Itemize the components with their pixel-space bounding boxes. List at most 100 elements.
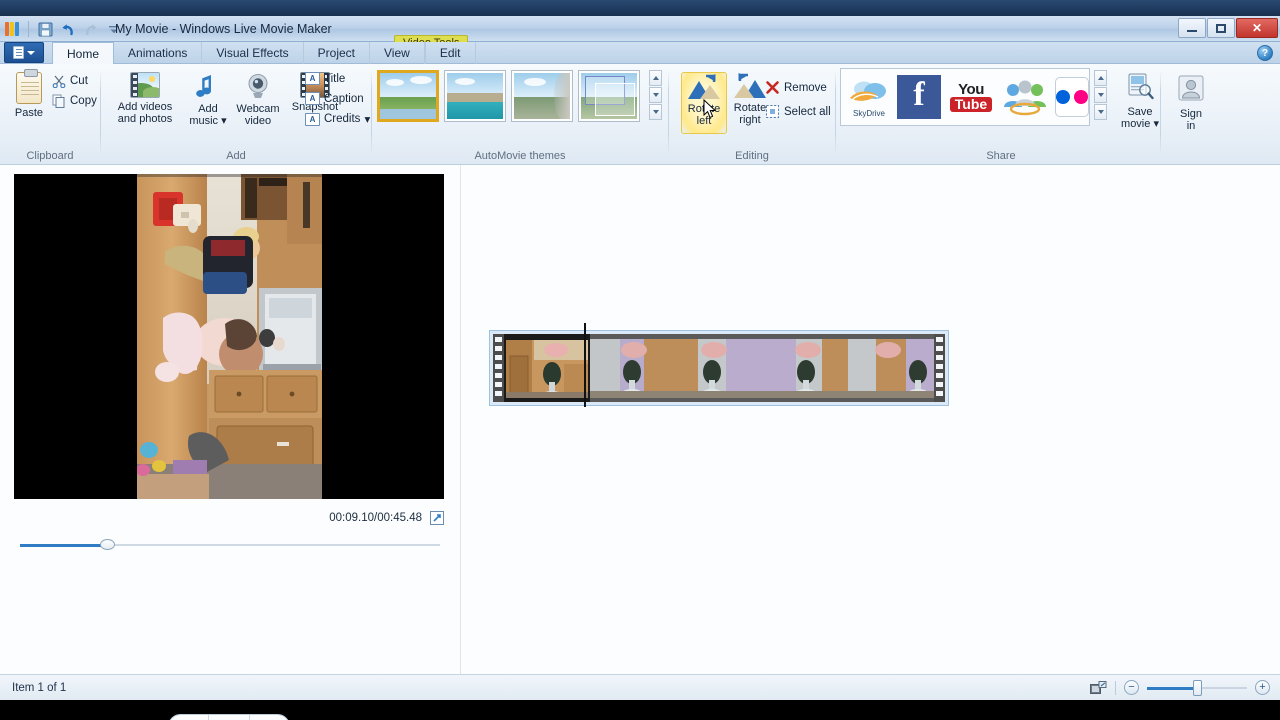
zoom-controls: − + [1090, 679, 1270, 696]
maximize-button[interactable] [1207, 18, 1235, 38]
theme-fade[interactable] [578, 70, 640, 122]
select-all-button[interactable]: Select all [765, 104, 831, 119]
paste-icon [16, 69, 42, 104]
share-skydrive-button[interactable]: SkyDrive [847, 76, 891, 118]
redo-icon[interactable] [80, 19, 102, 39]
minimize-button[interactable] [1178, 18, 1206, 38]
tab-project[interactable]: Project [304, 42, 371, 64]
tab-edit[interactable]: Edit [424, 42, 476, 64]
filmstrip-frame [590, 334, 676, 402]
filmstrip-frames [504, 334, 934, 402]
theme-cinematic[interactable] [511, 70, 573, 122]
file-menu-icon [13, 46, 24, 59]
flickr-dot-pink [1074, 90, 1088, 104]
rotate-left-label-line2: left [696, 115, 712, 127]
filmstrip-frame [504, 334, 590, 402]
preview-time-row: 00:09.10/00:45.48 [14, 507, 444, 529]
theme-no-theme[interactable] [377, 70, 439, 122]
copy-button[interactable]: Copy [52, 94, 97, 108]
share-scroll-down-button[interactable] [1094, 87, 1107, 103]
share-groups-button[interactable] [1001, 77, 1049, 117]
tab-visual-effects[interactable]: Visual Effects [202, 42, 304, 64]
group-label-clipboard: Clipboard [26, 150, 74, 162]
add-videos-and-photos-icon [130, 72, 160, 98]
status-bar: Item 1 of 1 − + [0, 674, 1280, 700]
dropdown-caret-icon: ▾ [221, 115, 227, 127]
save-movie-button[interactable]: Save movie ▾ [1116, 72, 1164, 130]
sign-in-button[interactable]: Sign in [1169, 74, 1213, 132]
group-label-automovie-themes: AutoMovie themes [474, 150, 566, 162]
undo-icon[interactable] [57, 19, 79, 39]
tab-animations[interactable]: Animations [114, 42, 203, 64]
sign-in-label-line1: Sign [1179, 108, 1203, 120]
close-button[interactable]: ✕ [1236, 18, 1278, 38]
tab-home[interactable]: Home [52, 42, 115, 64]
save-icon[interactable] [34, 19, 56, 39]
themes-more-button[interactable] [649, 104, 662, 120]
rotate-right-label-line1: Rotate [733, 102, 767, 114]
group-label-add: Add [226, 150, 246, 162]
zoom-slider[interactable] [1147, 679, 1247, 696]
ribbon-group-clipboard: Paste Cut Copy Clipboard [0, 64, 100, 165]
webcam-label-line2: video [244, 115, 272, 127]
share-facebook-button[interactable]: f [897, 75, 941, 119]
cut-button[interactable]: Cut [52, 74, 88, 88]
share-flickr-button[interactable] [1055, 77, 1089, 117]
movie-maker-window: My Movie - Windows Live Movie Maker Vide… [0, 0, 1280, 720]
paste-button[interactable]: Paste [8, 69, 50, 119]
play-button[interactable] [208, 715, 248, 720]
playback-time-display: 00:09.10/00:45.48 [329, 512, 422, 524]
copy-icon [52, 94, 65, 108]
zoom-divider [1115, 680, 1116, 695]
add-videos-label-line2: and photos [117, 113, 173, 125]
file-menu-button[interactable] [4, 42, 44, 63]
rotate-left-button[interactable]: Rotate left [681, 72, 727, 134]
themes-scroll-up-button[interactable] [649, 70, 662, 86]
themes-scroll-down-button[interactable] [649, 87, 662, 103]
remove-label: Remove [784, 81, 827, 94]
tab-list: Home Animations Visual Effects Project V… [52, 42, 476, 64]
help-icon[interactable]: ? [1257, 45, 1273, 61]
webcam-video-button[interactable]: Webcam video [233, 72, 283, 127]
title-button[interactable]: A Title [305, 72, 345, 85]
item-count-label: Item 1 of 1 [12, 681, 67, 694]
title-bar: My Movie - Windows Live Movie Maker Vide… [0, 16, 1280, 51]
cut-label: Cut [70, 75, 88, 87]
save-movie-icon [1126, 72, 1154, 103]
credits-button[interactable]: A Credits ▾ [305, 112, 370, 126]
ribbon-tab-strip: Home Animations Visual Effects Project V… [0, 42, 1280, 64]
ribbon-group-add: Add videos and photos Add music ▾ Webcam… [101, 64, 371, 165]
pane-divider[interactable] [460, 165, 461, 675]
window-controls: ✕ [1178, 18, 1278, 38]
share-gallery-scroll [1094, 70, 1107, 120]
share-scroll-up-button[interactable] [1094, 70, 1107, 86]
share-more-button[interactable] [1094, 104, 1107, 120]
facebook-icon: f [897, 75, 941, 119]
next-frame-button[interactable] [248, 715, 289, 720]
storyboard-clip[interactable] [489, 330, 949, 406]
timeline-playhead[interactable] [584, 323, 586, 407]
qat-divider [28, 21, 29, 37]
zoom-thumb[interactable] [1193, 679, 1202, 696]
save-movie-label-line1: Save [1127, 106, 1153, 118]
add-videos-label-line1: Add videos [117, 101, 173, 113]
zoom-in-button[interactable]: + [1255, 680, 1270, 695]
fit-to-window-icon[interactable] [1090, 680, 1107, 695]
fullscreen-icon[interactable] [430, 511, 444, 525]
theme-contemporary[interactable] [444, 70, 506, 122]
add-music-label-line2: music ▾ [189, 115, 227, 127]
add-music-button[interactable]: Add music ▾ [185, 72, 231, 127]
zoom-out-button[interactable]: − [1124, 680, 1139, 695]
previous-frame-button[interactable] [169, 715, 208, 720]
filmstrip [493, 334, 945, 402]
share-youtube-button[interactable]: You Tube [947, 77, 995, 117]
rotate-left-icon [688, 74, 720, 99]
video-frame [137, 174, 322, 499]
tab-view[interactable]: View [370, 42, 425, 64]
add-videos-and-photos-button[interactable]: Add videos and photos [107, 72, 183, 125]
preview-monitor[interactable] [14, 174, 444, 499]
seek-slider[interactable] [20, 539, 440, 550]
caption-button[interactable]: A Caption [305, 92, 364, 105]
seek-thumb[interactable] [100, 539, 115, 550]
remove-button[interactable]: Remove [765, 80, 827, 95]
